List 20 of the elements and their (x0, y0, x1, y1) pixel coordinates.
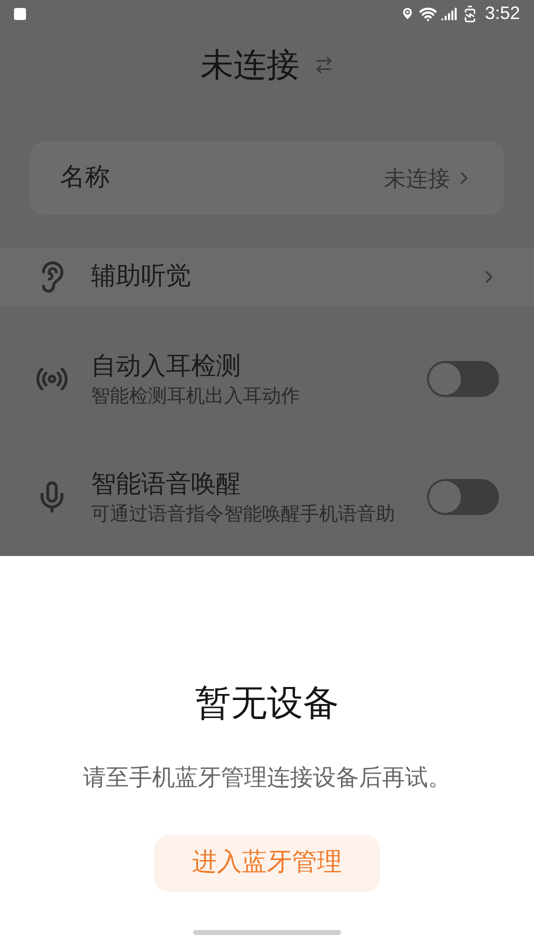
switch-icon[interactable] (314, 55, 334, 75)
row-title: 辅助听觉 (91, 261, 191, 292)
signal-icon (440, 6, 457, 22)
name-card[interactable]: 名称 未连接 (30, 141, 504, 215)
sheet-title: 暂无设备 (195, 681, 339, 725)
toggle-switch[interactable] (427, 361, 499, 397)
name-label: 名称 (60, 162, 110, 194)
page-title: 未连接 (200, 45, 300, 86)
row-description: 智能检测耳机出入耳动作 (91, 385, 301, 409)
wifi-icon (418, 4, 437, 22)
sheet-message: 请至手机蓝牙管理连接设备后再试。 (83, 763, 451, 792)
status-time: 3:52 (484, 2, 520, 25)
name-value: 未连接 (384, 164, 450, 192)
bluetooth-button[interactable]: 进入蓝牙管理 (154, 834, 380, 892)
row-title: 智能语音唤醒 (91, 469, 242, 500)
row-description: 可通过语音指令智能唤醒手机语音助 (91, 503, 396, 527)
settings-row[interactable]: 辅助听觉 (0, 248, 534, 306)
toggle-switch[interactable] (427, 479, 499, 515)
notification-icon (14, 8, 26, 20)
row-title: 自动入耳检测 (91, 351, 242, 382)
